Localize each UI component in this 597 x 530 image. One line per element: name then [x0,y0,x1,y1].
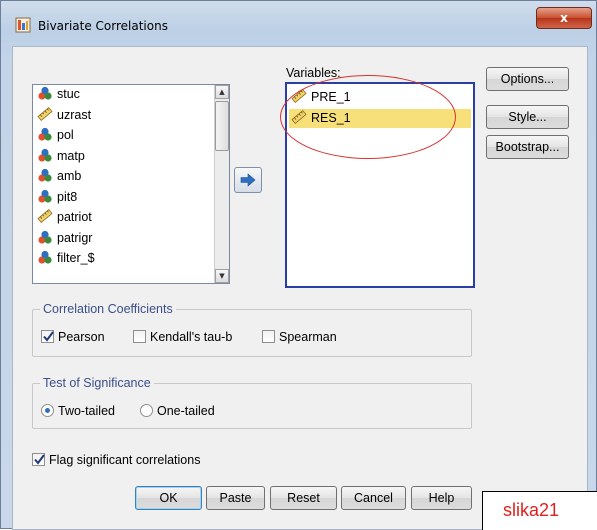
test-of-significance-group: Test of Significance Two-tailed One-tail… [32,376,472,429]
list-item[interactable]: amb [37,167,81,186]
style-button[interactable]: Style... [486,105,569,129]
scale-icon [37,106,53,122]
window-title: Bivariate Correlations [38,19,168,33]
figure-caption: slika21 [482,491,597,530]
kendall-checkbox[interactable] [133,330,146,343]
nominal-icon [37,147,53,163]
dialog-body: stuc uzrast pol matp amb pit8 patriot patrigr fi… [12,46,588,530]
highlight-ellipse [280,75,456,159]
list-item-label: pol [57,128,74,142]
scroll-thumb[interactable] [215,101,229,151]
list-item[interactable]: patrigr [37,229,92,248]
list-item-label: stuc [57,87,80,101]
spearman-label: Spearman [279,330,337,344]
scale-icon [37,208,53,224]
list-item-label: amb [57,169,82,183]
test-of-significance-legend: Test of Significance [40,376,154,390]
scroll-down-icon[interactable]: ▼ [215,269,229,283]
spearman-option[interactable]: Spearman [262,330,337,344]
reset-button[interactable]: Reset [270,486,337,510]
list-item[interactable]: filter_$ [37,249,95,268]
pearson-option[interactable]: Pearson [41,330,105,344]
list-item[interactable]: pit8 [37,188,77,207]
source-list-scrollbar[interactable]: ▲ ▼ [214,85,229,283]
list-item-label: pit8 [57,189,78,204]
one-tailed-option[interactable]: One-tailed [140,404,215,418]
pearson-checkbox[interactable] [41,330,54,343]
nominal-icon [37,126,53,142]
arrow-right-icon [240,173,256,187]
move-variable-button[interactable] [234,167,262,193]
list-item-label: matp [57,148,85,163]
list-item[interactable]: matp [37,147,85,166]
nominal-icon [37,167,53,183]
list-item-label: uzrast [57,107,92,122]
list-item[interactable]: stuc [37,85,80,104]
nominal-icon [37,188,53,204]
ok-button[interactable]: OK [135,486,202,510]
one-tailed-radio[interactable] [140,404,153,417]
nominal-icon [37,229,53,245]
close-icon: x [560,11,568,25]
flag-significant-option[interactable]: Flag significant correlations [32,453,200,467]
list-item-label: filter_$ [57,251,95,265]
kendall-option[interactable]: Kendall's tau-b [133,330,232,344]
nominal-icon [37,249,53,265]
pearson-label: Pearson [58,330,105,344]
flag-significant-label: Flag significant correlations [49,453,201,467]
list-item-label: patriot [57,210,92,224]
flag-significant-checkbox[interactable] [32,453,45,466]
correlation-coefficients-legend: Correlation Coefficients [40,302,176,316]
scroll-up-icon[interactable]: ▲ [215,85,229,99]
two-tailed-radio[interactable] [41,404,54,417]
nominal-icon [37,85,53,101]
two-tailed-option[interactable]: Two-tailed [41,404,115,418]
one-tailed-label: One-tailed [157,404,215,418]
source-variable-list[interactable]: stuc uzrast pol matp amb pit8 patriot patrigr fi… [32,84,230,284]
correlations-app-icon [15,17,31,33]
list-item[interactable]: pol [37,126,74,145]
checkmark-icon [34,454,45,465]
help-button[interactable]: Help [411,486,472,510]
options-button[interactable]: Options... [486,67,569,91]
list-item[interactable]: patriot [37,208,92,227]
list-item-label: patrigr [57,230,93,245]
checkmark-icon [43,331,54,342]
list-item[interactable]: uzrast [37,106,91,125]
cancel-button[interactable]: Cancel [341,486,406,510]
kendall-label: Kendall's tau-b [150,330,233,344]
bootstrap-button[interactable]: Bootstrap... [486,135,569,159]
correlation-coefficients-group: Correlation Coefficients Pearson Kendall… [32,302,472,357]
two-tailed-label: Two-tailed [58,404,115,418]
spearman-checkbox[interactable] [262,330,275,343]
close-button[interactable]: x [536,7,592,29]
paste-button[interactable]: Paste [206,486,265,510]
dialog-window: Bivariate Correlations x stuc uzrast pol ma… [0,0,597,530]
title-bar[interactable]: Bivariate Correlations x [1,1,596,35]
